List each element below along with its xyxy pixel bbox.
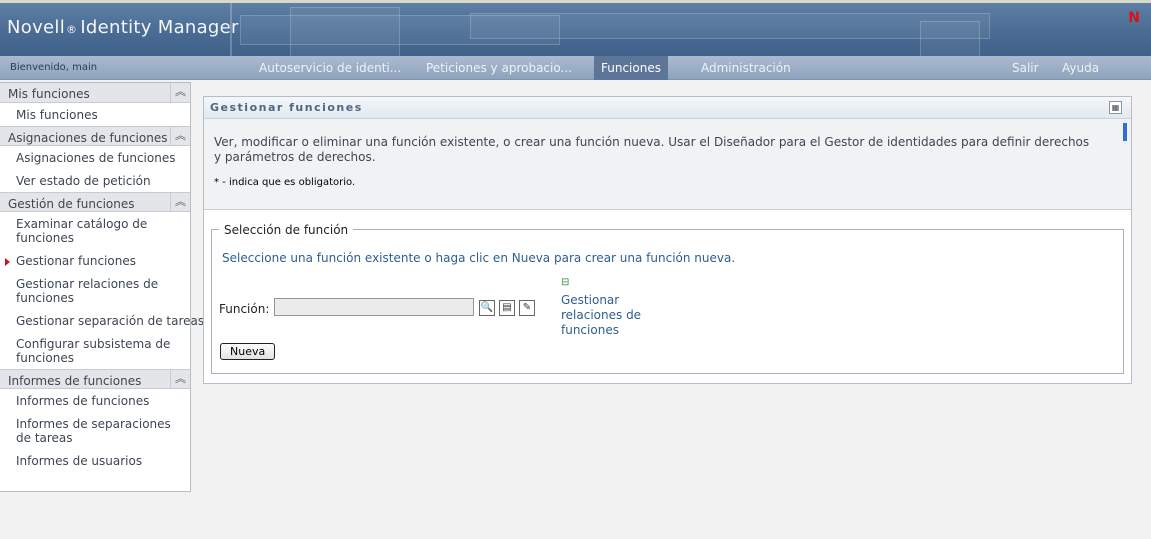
welcome-text: Bienvenido, main [10, 62, 98, 73]
banner-decoration [920, 21, 980, 56]
sidebar-item-my-roles[interactable]: Mis funciones [0, 103, 190, 126]
scroll-indicator[interactable] [1123, 123, 1127, 141]
manage-roles-panel: Gestionar funciones ▦ Ver, modificar o e… [203, 96, 1132, 384]
collapse-chevron-icon[interactable]: ︽ [170, 193, 190, 212]
sidebar-section-role-reports[interactable]: Informes de funciones ︽ [0, 369, 190, 389]
novell-logo-icon: N [1128, 10, 1140, 26]
selection-hint: Seleccione una función existente o haga … [222, 251, 736, 265]
sidebar-item-sod-reports[interactable]: Informes de separaciones de tareas [0, 412, 190, 449]
sidebar-section-title: Informes de funciones [8, 374, 142, 388]
brand-name: Novell [7, 17, 66, 38]
sidebar-item-manage-sod[interactable]: Gestionar separación de tareas [0, 309, 204, 332]
tab-administration[interactable]: Administración [694, 56, 798, 80]
role-field-label: Función: [219, 302, 270, 316]
panel-header: Gestionar funciones ▦ [204, 97, 1131, 119]
app-title: Novell® Identity Manager [7, 17, 239, 38]
brand-product: Identity Manager [80, 17, 239, 38]
sidebar-section-title: Mis funciones [8, 87, 90, 101]
app-banner: Novell® Identity Manager N [0, 0, 1151, 56]
sidebar-item-request-status[interactable]: Ver estado de petición [0, 169, 190, 192]
search-icon[interactable]: 🔍 [479, 300, 495, 316]
edit-icon[interactable]: ✎ [519, 300, 535, 316]
sidebar-section-title: Asignaciones de funciones [8, 131, 168, 145]
description-text: Ver, modificar o eliminar una función ex… [214, 135, 1090, 164]
tab-self-service[interactable]: Autoservicio de identi... [252, 56, 408, 80]
sidebar-item-configure-subsystem[interactable]: Configurar subsistema de funciones [0, 332, 190, 369]
banner-decoration [290, 7, 400, 56]
banner-decoration [470, 13, 990, 39]
sidebar: Mis funciones ︽ Mis funciones Asignacion… [0, 82, 204, 492]
top-navigation: Bienvenido, main Autoservicio de identi.… [0, 56, 1151, 80]
sidebar-item-role-reports[interactable]: Informes de funciones [0, 389, 190, 412]
collapse-chevron-icon[interactable]: ︽ [170, 83, 190, 102]
role-input[interactable] [274, 298, 474, 316]
collapse-chevron-icon[interactable]: ︽ [170, 127, 190, 146]
collapse-chevron-icon[interactable]: ︽ [170, 370, 190, 389]
panel-menu-icon[interactable]: ▦ [1109, 101, 1122, 114]
logout-link[interactable]: Salir [1012, 56, 1039, 80]
tab-roles[interactable]: Funciones [594, 56, 668, 80]
sidebar-section-role-management[interactable]: Gestión de funciones ︽ [0, 192, 190, 212]
sidebar-item-user-reports[interactable]: Informes de usuarios [0, 449, 190, 472]
role-selection-fieldset: Selección de función Seleccione una func… [211, 223, 1124, 374]
sidebar-section-role-assignments[interactable]: Asignaciones de funciones ︽ [0, 126, 190, 146]
sidebar-section-my-roles[interactable]: Mis funciones ︽ [0, 83, 190, 103]
panel-description: Ver, modificar o eliminar una función ex… [204, 119, 1131, 210]
sidebar-item-role-assignments[interactable]: Asignaciones de funciones [0, 146, 190, 169]
help-link[interactable]: Ayuda [1062, 56, 1099, 80]
sidebar-item-manage-relationships[interactable]: Gestionar relaciones de funciones [0, 272, 190, 309]
history-list-icon[interactable]: ▤ [499, 300, 515, 316]
sidebar-item-manage-roles[interactable]: Gestionar funciones [0, 249, 190, 272]
new-role-button[interactable]: Nueva [220, 343, 276, 360]
fieldset-legend: Selección de función [219, 223, 354, 237]
sidebar-item-browse-catalog[interactable]: Examinar catálogo de funciones [0, 212, 190, 249]
page-title: Gestionar funciones [210, 101, 363, 114]
required-note: * - indica que es obligatorio. [214, 177, 356, 188]
sidebar-section-title: Gestión de funciones [8, 197, 135, 211]
tab-requests-approvals[interactable]: Peticiones y aprobacio... [419, 56, 579, 80]
brand-registered-mark: ® [66, 23, 78, 36]
manage-relationships-link[interactable]: Gestionar relaciones de funciones [561, 293, 651, 338]
role-relationships-icon[interactable]: ⊟ [561, 277, 577, 289]
